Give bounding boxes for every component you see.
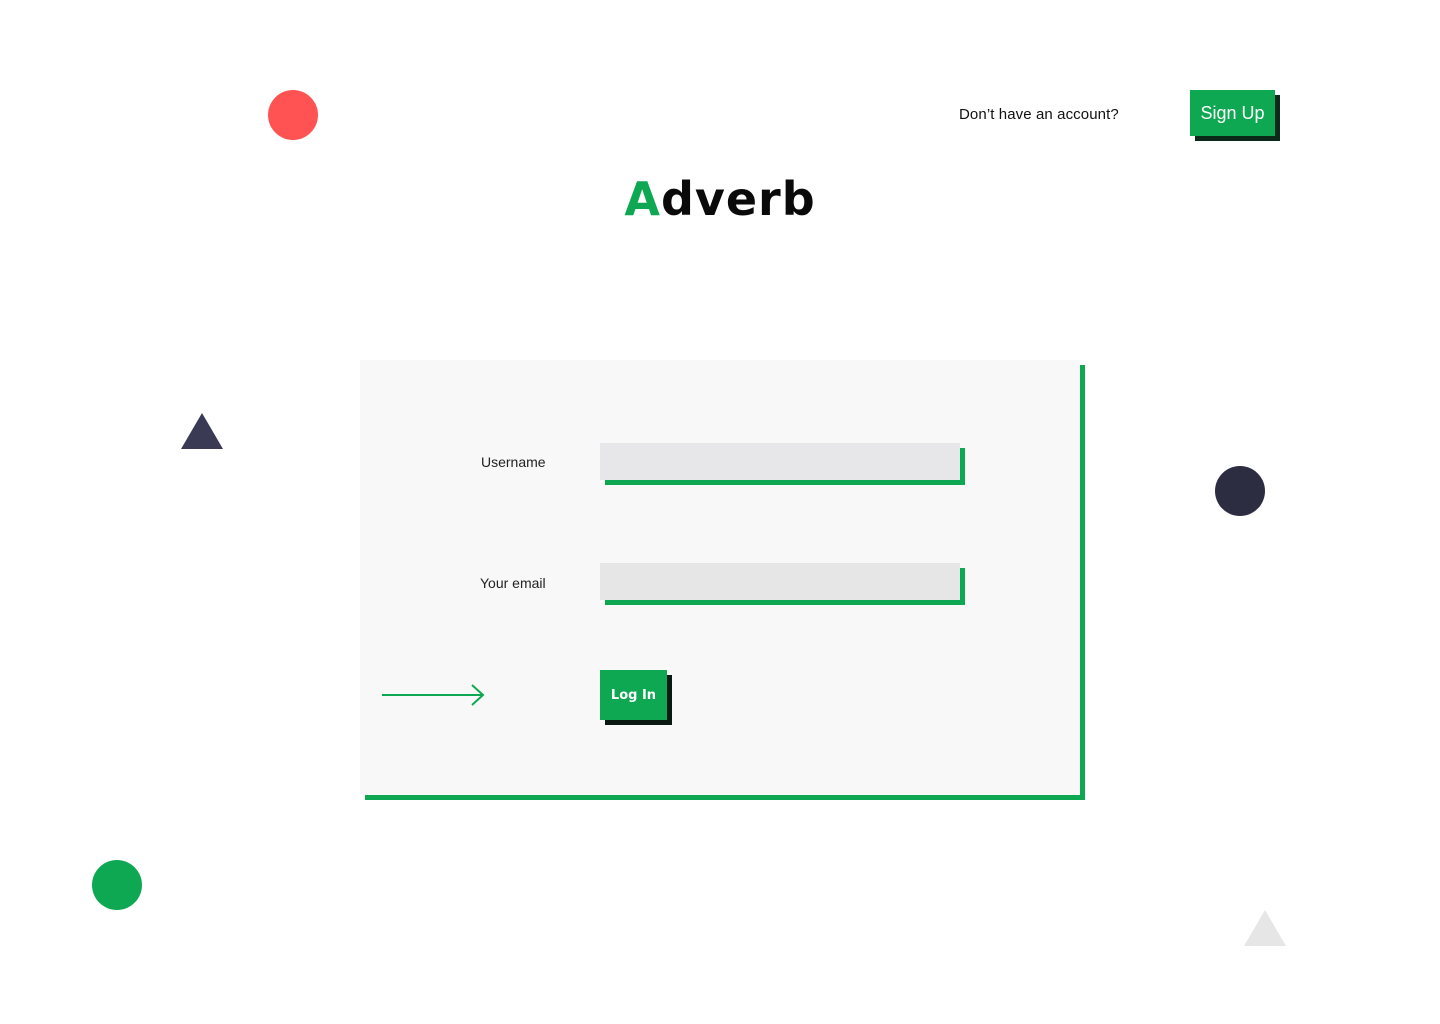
arrow-right-icon [382,684,485,706]
email-label: Your email [480,575,546,591]
signup-prompt: Don’t have an account? [959,106,1119,123]
username-field-wrapper [600,443,960,480]
email-input[interactable] [600,563,960,600]
red-circle-decoration [268,90,318,140]
log-in-button[interactable]: Log In [600,670,667,720]
dark-circle-decoration [1215,466,1265,516]
dark-triangle-decoration [181,413,223,449]
username-label: Username [481,454,546,470]
email-field-wrapper [600,563,960,600]
green-circle-decoration [92,860,142,910]
logo-rest: dverb [660,172,816,226]
logo-accent-letter: A [624,172,661,226]
light-triangle-decoration [1244,910,1286,946]
sign-up-button[interactable]: Sign Up [1190,90,1275,136]
logo: Adverb [0,172,1440,226]
login-card: Username Your email Log In [360,360,1080,795]
username-input[interactable] [600,443,960,480]
